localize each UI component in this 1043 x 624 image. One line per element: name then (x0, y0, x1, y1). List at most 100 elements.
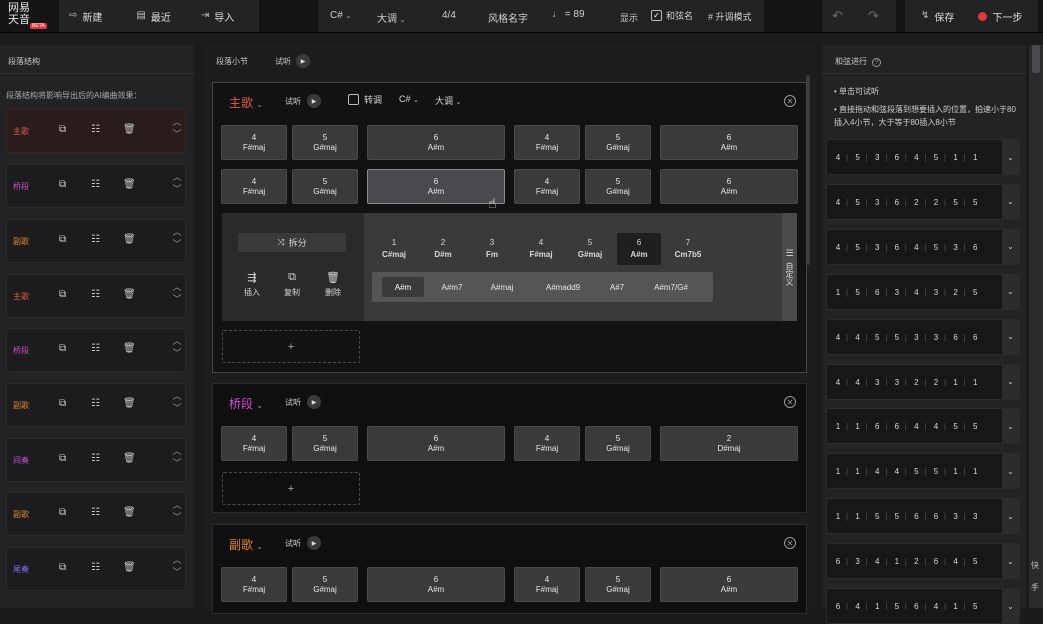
duplicate-icon[interactable]: ⧉ (59, 179, 66, 190)
chord-cell[interactable]: 5 G#maj (585, 169, 651, 204)
chord-cell[interactable]: 4 F#maj (221, 125, 287, 160)
chord-cell[interactable]: 4 F#maj (514, 426, 580, 461)
layout-icon[interactable]: ☷ (91, 562, 100, 573)
layout-icon[interactable]: ☷ (91, 124, 100, 135)
chord-cell[interactable]: 4 F#maj (514, 125, 580, 160)
duplicate-icon[interactable]: ⧉ (59, 398, 66, 409)
section-listen-button[interactable]: 试听 ▶ (285, 536, 321, 550)
chevron-down-icon[interactable]: ⌄ (1002, 319, 1019, 354)
chevron-down-icon[interactable]: ⌄ (1002, 184, 1019, 219)
progression-item[interactable]: 1 | 5 | 6 | 3 | 4 | 3 | 2 | 5 ⌄ (826, 273, 1020, 310)
chord-name-toggle[interactable]: ✓ 和弦名 (651, 9, 693, 22)
reorder-handle-icon[interactable]: ︿ ﹀ (170, 171, 184, 195)
insert-button[interactable]: ⇶ 插入 (240, 271, 264, 298)
layout-icon[interactable]: ☷ (91, 289, 100, 300)
progression-item[interactable]: 6 | 3 | 4 | 1 | 2 | 6 | 4 | 5 ⌄ (826, 543, 1020, 580)
key-select[interactable]: C# ⌄ (330, 10, 351, 21)
degree-option[interactable]: 2 D#m (421, 233, 465, 265)
custom-button[interactable]: ☰ 自定义 (782, 213, 797, 321)
chord-cell[interactable]: 5 G#maj (292, 567, 358, 602)
reorder-handle-icon[interactable]: ︿ ﹀ (170, 281, 184, 305)
progression-item[interactable]: 4 | 4 | 3 | 3 | 2 | 2 | 1 | 1 ⌄ (826, 363, 1020, 400)
progression-item[interactable]: 1 | 1 | 5 | 5 | 6 | 6 | 3 | 3 ⌄ (826, 498, 1020, 535)
trash-icon[interactable]: 🗑 (123, 234, 136, 245)
side-scrollbar[interactable] (1032, 45, 1040, 73)
layout-icon[interactable]: ☷ (91, 179, 100, 190)
time-signature[interactable]: 4/4 (442, 10, 456, 21)
section-key-select[interactable]: C# ⌄ (399, 94, 419, 104)
chord-cell[interactable]: 5 G#maj (292, 125, 358, 160)
duplicate-icon[interactable]: ⧉ (59, 507, 66, 518)
panel-listen-button[interactable]: 试听 ▶ (275, 54, 310, 68)
trash-icon[interactable]: 🗑 (123, 124, 136, 135)
side-label-a[interactable]: 快 (1031, 560, 1039, 571)
next-step-button[interactable]: 下一步 (964, 0, 1032, 32)
trash-icon[interactable]: 🗑 (123, 343, 136, 354)
degree-option[interactable]: 4 F#maj (519, 233, 563, 265)
chevron-down-icon[interactable]: ⌄ (1002, 364, 1019, 399)
chevron-down-icon[interactable]: ⌄ (1002, 140, 1019, 174)
chord-cell[interactable]: 4 F#maj (514, 169, 580, 204)
modulate-toggle[interactable]: 转调 (348, 93, 382, 106)
chord-cell[interactable]: 6 A#m (367, 125, 505, 160)
degree-option[interactable]: 6 A#m (617, 233, 661, 265)
progression-item[interactable]: 4 | 5 | 3 | 6 | 4 | 5 | 3 | 6 ⌄ (826, 228, 1020, 265)
add-bar-button[interactable]: + (222, 472, 360, 505)
chord-cell[interactable]: 5 G#maj (585, 125, 651, 160)
structure-item[interactable]: 副歌 ⧉ ☷ 🗑 ︿ ﹀ (6, 383, 186, 427)
section-name[interactable]: 主歌 ⌄ (229, 94, 263, 111)
reorder-handle-icon[interactable]: ︿ ﹀ (170, 116, 184, 140)
degree-option[interactable]: 3 Fm (470, 233, 514, 265)
structure-item[interactable]: 桥段 ⧉ ☷ 🗑 ︿ ﹀ (6, 328, 186, 372)
chord-cell[interactable]: 5 G#maj (292, 426, 358, 461)
structure-item[interactable]: 尾奏 ⧉ ☷ 🗑 ︿ ﹀ (6, 547, 186, 591)
trash-icon[interactable]: 🗑 (123, 562, 136, 573)
degree-option[interactable]: 7 Cm7b5 (666, 233, 710, 265)
trash-icon[interactable]: 🗑 (123, 398, 136, 409)
copy-button[interactable]: ⧉ 复制 (280, 271, 304, 298)
duplicate-icon[interactable]: ⧉ (59, 289, 66, 300)
progression-item[interactable]: 1 | 1 | 6 | 6 | 4 | 4 | 5 | 5 ⌄ (826, 408, 1020, 445)
tempo-field[interactable]: ♩ = 89 (552, 9, 585, 20)
degree-option[interactable]: 1 C#maj (372, 233, 416, 265)
progression-item[interactable]: 1 | 1 | 4 | 4 | 5 | 5 | 1 | 1 ⌄ (826, 453, 1020, 490)
structure-item[interactable]: 桥段 ⧉ ☷ 🗑 ︿ ﹀ (6, 164, 186, 208)
variant-option[interactable]: A#madd9 (532, 277, 594, 297)
delete-button[interactable]: 🗑 删除 (321, 271, 345, 298)
degree-option[interactable]: 5 G#maj (568, 233, 612, 265)
section-listen-button[interactable]: 试听 ▶ (285, 395, 321, 409)
chevron-down-icon[interactable]: ⌄ (1002, 409, 1019, 444)
section-name[interactable]: 副歌 ⌄ (229, 536, 263, 553)
progression-item[interactable]: 4 | 5 | 3 | 6 | 4 | 5 | 1 | 1 ⌄ (826, 139, 1020, 175)
structure-item[interactable]: 副歌 ⧉ ☷ 🗑 ︿ ﹀ (6, 492, 186, 536)
reorder-handle-icon[interactable]: ︿ ﹀ (170, 445, 184, 469)
sharp-mode-toggle[interactable]: # 升调模式 (708, 10, 752, 23)
duplicate-icon[interactable]: ⧉ (59, 562, 66, 573)
trash-icon[interactable]: 🗑 (123, 289, 136, 300)
recent-button[interactable]: ▤ 最近 (126, 0, 180, 32)
chord-cell[interactable]: 6 A#m (367, 567, 505, 602)
chord-cell[interactable]: 4 F#maj (221, 169, 287, 204)
chord-cell[interactable]: 6 A#m (367, 169, 505, 204)
layout-icon[interactable]: ☷ (91, 507, 100, 518)
structure-item[interactable]: 主歌 ⧉ ☷ 🗑 ︿ ﹀ (6, 274, 186, 318)
structure-item[interactable]: 间奏 ⧉ ☷ 🗑 ︿ ﹀ (6, 438, 186, 482)
split-button[interactable]: ⤨ 拆分 (238, 233, 346, 252)
close-icon[interactable]: ✕ (784, 537, 796, 549)
structure-item[interactable]: 副歌 ⧉ ☷ 🗑 ︿ ﹀ (6, 219, 186, 263)
chord-cell[interactable]: 4 F#maj (221, 426, 287, 461)
chord-cell[interactable]: 6 A#m (660, 567, 798, 602)
variant-option[interactable]: A#m7/G# (640, 277, 702, 297)
chevron-down-icon[interactable]: ⌄ (1002, 544, 1019, 579)
trash-icon[interactable]: 🗑 (123, 453, 136, 464)
progression-item[interactable]: 6 | 4 | 1 | 5 | 6 | 4 | 1 | 5 ⌄ (826, 588, 1020, 624)
chord-cell[interactable]: 2 D#maj (660, 426, 798, 461)
help-icon[interactable]: ? (872, 58, 882, 67)
layout-icon[interactable]: ☷ (91, 453, 100, 464)
variant-option[interactable]: A#m (382, 277, 424, 297)
reorder-handle-icon[interactable]: ︿ ﹀ (170, 390, 184, 414)
section-mode-select[interactable]: 大调 ⌄ (435, 94, 461, 107)
layout-icon[interactable]: ☷ (91, 398, 100, 409)
chord-cell[interactable]: 6 A#m (660, 125, 798, 160)
progression-item[interactable]: 4 | 5 | 3 | 6 | 2 | 2 | 5 | 5 ⌄ (826, 183, 1020, 220)
